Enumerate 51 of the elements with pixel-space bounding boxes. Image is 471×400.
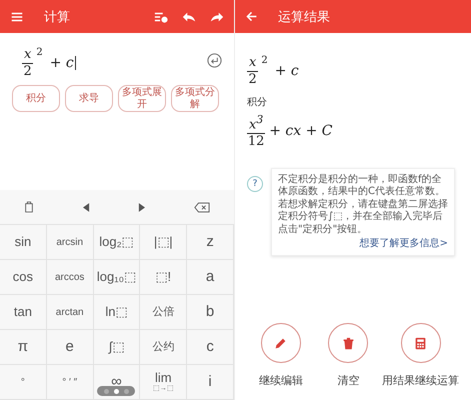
action-chip[interactable]: 求导 — [65, 85, 113, 112]
keyboard-key[interactable]: cos — [0, 260, 47, 295]
keyboard-key[interactable]: sin — [0, 225, 47, 260]
right-arrow-icon[interactable] — [138, 202, 146, 212]
keyboard-key[interactable]: ° ′ ″ — [46, 365, 94, 400]
keyboard-key[interactable]: e — [46, 330, 94, 365]
calculator-icon — [414, 336, 427, 350]
clipboard-icon[interactable] — [24, 201, 34, 213]
action-chip[interactable]: 积分 — [12, 85, 60, 112]
back-arrow-icon[interactable] — [245, 10, 258, 23]
pencil-icon — [274, 336, 288, 350]
screen-title: 计算 — [44, 8, 70, 26]
keyboard-key[interactable]: a — [187, 260, 234, 295]
button-label: 清空 — [337, 373, 360, 388]
operation-label: 积分 — [247, 96, 268, 110]
enter-icon[interactable] — [207, 53, 222, 68]
keyboard-key[interactable]: ⬚! — [140, 260, 188, 295]
keyboard-key[interactable]: tan — [0, 295, 47, 330]
keyboard-key[interactable]: z — [187, 225, 234, 260]
keyboard-key[interactable]: ∫⬚ — [94, 330, 140, 365]
keyboard-key[interactable]: π — [0, 330, 47, 365]
more-info-link[interactable]: 想要了解更多信息> — [360, 236, 448, 250]
trash-icon — [342, 336, 355, 350]
keyboard-key[interactable]: arcsin — [46, 225, 94, 260]
keyboard-key[interactable]: ° — [0, 365, 47, 400]
keyboard-key[interactable]: b — [187, 295, 234, 330]
keyboard-key[interactable]: ln⬚ — [94, 295, 140, 330]
screen-title: 运算结果 — [278, 8, 330, 26]
left-arrow-icon[interactable] — [82, 202, 90, 212]
help-text: 不定积分是积分的一种，即函数f的全体原函数，结果中的C代表任意常数。若想求解定积分，请在键盘第二屏选择定积分符号∫⬚，并在全部输入完毕后点击"定积分"按钮。 — [278, 174, 448, 236]
keyboard-key[interactable]: log₁₀⬚ — [94, 260, 140, 295]
keyboard-key[interactable]: log₂⬚ — [94, 225, 140, 260]
round-button[interactable] — [328, 323, 368, 363]
action-chip[interactable]: 多项式分解 — [171, 85, 219, 112]
undo-icon[interactable] — [182, 10, 196, 24]
menu-icon[interactable] — [10, 10, 24, 24]
keyboard-key[interactable]: c — [187, 330, 234, 365]
keyboard-key[interactable]: i — [187, 365, 234, 400]
page-indicator — [97, 386, 135, 396]
help-icon[interactable]: ? — [247, 176, 263, 192]
action-chip[interactable]: 多项式展开 — [118, 85, 166, 112]
keyboard-key[interactable]: 公倍 — [140, 295, 188, 330]
button-label: 用结果继续运算 — [382, 373, 459, 388]
round-button[interactable] — [260, 323, 301, 363]
backspace-icon[interactable] — [194, 202, 210, 212]
button-label: 继续编辑 — [258, 373, 303, 388]
keyboard-key[interactable]: arctan — [46, 295, 94, 330]
keyboard-key[interactable]: arccos — [46, 260, 94, 295]
round-button[interactable] — [400, 323, 440, 363]
keyboard-key[interactable]: 公约 — [140, 330, 188, 365]
keyboard-key[interactable]: |⬚| — [140, 225, 188, 260]
